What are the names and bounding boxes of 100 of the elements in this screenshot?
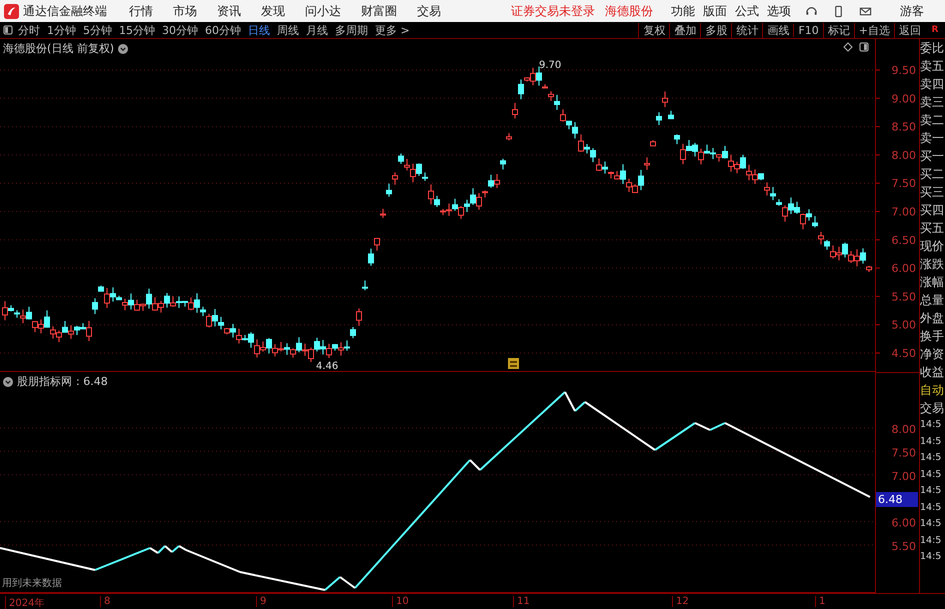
menu-item[interactable]: 公式 — [735, 2, 759, 20]
diamond-icon[interactable] — [843, 42, 853, 52]
app-title: 通达信金融终端 — [23, 2, 107, 20]
panel-toggle-icon[interactable] — [859, 42, 869, 52]
quote-label: 买一 — [920, 148, 945, 165]
period-tab[interactable]: 多周期 — [335, 22, 368, 38]
candlestick — [512, 102, 518, 119]
notice-link[interactable]: 海德股份 — [605, 2, 653, 20]
menu-item[interactable]: 版面 — [703, 2, 727, 20]
phone-icon[interactable] — [832, 4, 845, 18]
trade-label[interactable]: 交易 — [920, 399, 945, 417]
quote-label: 卖二 — [920, 112, 945, 129]
price-tick: 9.50 — [892, 64, 916, 77]
indicator-name: 股朋指标网 — [17, 374, 72, 389]
menu-item[interactable]: 行情 — [129, 2, 153, 20]
quote-label: 卖四 — [920, 76, 945, 93]
period-tab[interactable]: 30分钟 — [162, 22, 198, 38]
date-tick: 9 — [256, 596, 266, 607]
trade-time: 14:5 — [920, 500, 942, 514]
period-tab[interactable]: 更多 > — [375, 22, 410, 38]
menu-item[interactable]: 财富圈 — [361, 2, 397, 20]
toolbar-button[interactable]: 统计 — [731, 22, 762, 38]
toolbar-button[interactable]: 返回 — [894, 22, 925, 38]
quote-label: 现价 — [920, 238, 945, 255]
chevron-down-icon[interactable] — [3, 376, 13, 386]
price-tick: 6.00 — [892, 516, 916, 530]
notice-link[interactable]: 证券交易未登录 — [511, 2, 595, 20]
quote-label: 总量 — [920, 292, 945, 309]
date-tick: 11 — [513, 596, 530, 607]
quote-label: 净资 — [920, 346, 945, 363]
panel-toggle-icon[interactable] — [3, 25, 13, 35]
toolbar-button[interactable]: 标记 — [822, 22, 854, 38]
period-tab[interactable]: 15分钟 — [119, 22, 155, 38]
candlestick — [362, 280, 368, 291]
price-tick: 9.00 — [892, 92, 916, 106]
current-value-label: 6.48 — [876, 492, 918, 508]
price-tick: 8.00 — [892, 423, 916, 436]
period-tab[interactable]: 月线 — [306, 22, 328, 38]
price-tick: 8.50 — [892, 120, 916, 134]
menu-item[interactable]: 市场 — [173, 2, 197, 20]
badge-icon — [508, 358, 519, 369]
date-tick: 8 — [100, 596, 110, 607]
period-tab[interactable]: 周线 — [277, 22, 299, 38]
quote-label: 收益 — [920, 364, 945, 381]
toolbar-button[interactable]: F10 — [793, 24, 823, 36]
quote-label: 委比 — [920, 40, 945, 57]
toolbar-button[interactable]: 多股 — [700, 22, 732, 38]
price-tick: 7.00 — [892, 470, 916, 483]
trade-time: 14:5 — [920, 484, 942, 498]
price-tick: 5.50 — [892, 540, 916, 553]
headset-icon[interactable] — [805, 4, 818, 18]
chevron-down-icon[interactable] — [118, 44, 128, 54]
trade-time: 14:5 — [920, 468, 942, 482]
quote-label: 买三 — [920, 184, 945, 201]
quote-label: 卖五 — [920, 58, 945, 75]
app-logo-icon — [4, 4, 19, 18]
warning-text: 用到未来数据 — [2, 576, 62, 590]
period-tab[interactable]: 日线 — [248, 22, 270, 38]
menu-item[interactable]: 发现 — [261, 2, 285, 20]
period-tab[interactable]: 5分钟 — [83, 22, 112, 38]
period-tab[interactable]: 分时 — [18, 22, 40, 38]
candlestick — [500, 158, 506, 170]
indicator-value: : 6.48 — [76, 375, 108, 388]
quote-label: 卖一 — [920, 130, 945, 147]
trade-time: 14:5 — [920, 550, 942, 564]
menu-item[interactable]: 资讯 — [217, 2, 241, 20]
toolbar-button[interactable]: 叠加 — [669, 22, 700, 38]
quote-label: 买四 — [920, 202, 945, 219]
period-tab[interactable]: 1分钟 — [47, 22, 76, 38]
quote-label: 换手 — [920, 328, 945, 345]
menu-item[interactable]: 功能 — [671, 2, 695, 20]
candlestick — [662, 91, 668, 108]
toolbar-button[interactable]: 复权 — [638, 22, 670, 38]
menu-item[interactable]: 选项 — [767, 2, 791, 20]
toolbar-button[interactable]: 画线 — [762, 22, 794, 38]
quote-label: 外盘 — [920, 310, 945, 327]
auto-trade-label[interactable]: 自动 — [920, 381, 945, 399]
trade-time: 14:5 — [920, 451, 942, 465]
quote-label: 涨跌 — [920, 256, 945, 273]
trade-time: 14:5 — [920, 418, 942, 432]
price-tick: 4.50 — [892, 347, 916, 360]
price-tick: 6.50 — [892, 234, 916, 247]
price-tick: 5.00 — [892, 318, 916, 332]
candlestick — [650, 140, 656, 146]
menu-item[interactable]: 问小达 — [305, 2, 341, 20]
toolbar-button[interactable]: +自选 — [854, 22, 894, 38]
user-label[interactable]: 游客 — [900, 2, 924, 20]
date-tick: 2024年 — [5, 596, 44, 609]
corner-mark: R — [930, 25, 940, 35]
menu-item[interactable]: 交易 — [417, 2, 441, 20]
chart-title: 海德股份(日线 前复权) — [3, 41, 114, 56]
candlestick — [380, 208, 386, 218]
date-tick: 1 — [815, 596, 826, 607]
date-tick: 12 — [672, 596, 689, 607]
price-tick: 5.50 — [892, 290, 916, 304]
quote-label: 买二 — [920, 166, 945, 183]
period-tab[interactable]: 60分钟 — [205, 22, 241, 38]
price-tick: 7.00 — [892, 206, 916, 218]
candlestick — [668, 110, 674, 120]
mail-icon[interactable] — [859, 4, 872, 18]
